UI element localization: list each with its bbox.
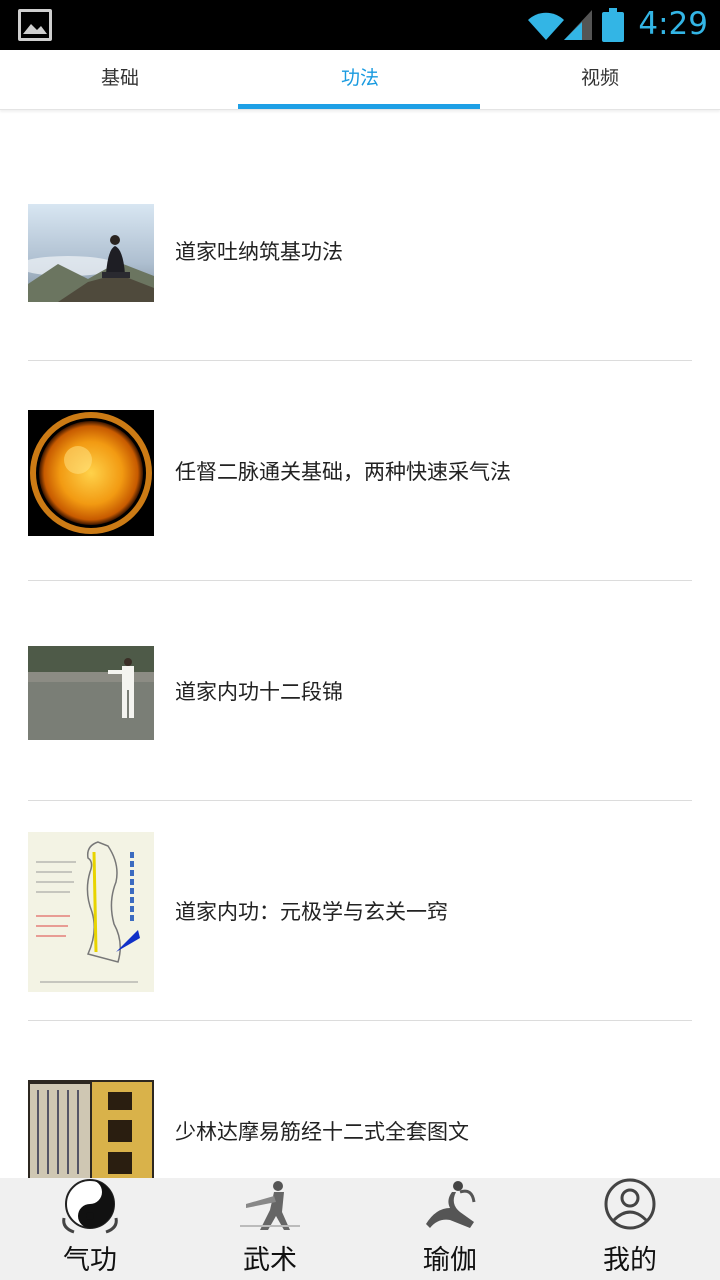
meditation-mountain-thumbnail — [28, 204, 154, 302]
bottom-navigation: 气功 武术 瑜伽 我的 — [0, 1178, 720, 1280]
gallery-notification-icon — [18, 9, 52, 41]
meridian-diagram-thumbnail — [28, 832, 154, 992]
battery-icon — [602, 8, 624, 42]
nav-yoga[interactable]: 瑜伽 — [360, 1178, 540, 1280]
nav-label: 气功 — [63, 1245, 117, 1276]
tab-indicator — [238, 104, 480, 109]
martial-artist-thumbnail — [28, 646, 154, 740]
nav-martial-arts[interactable]: 武术 — [180, 1178, 360, 1280]
list-item-title: 任督二脉通关基础，两种快速采气法 — [175, 460, 511, 484]
glowing-orb-thumbnail — [28, 410, 154, 536]
wifi-icon — [528, 12, 564, 40]
nav-label: 武术 — [243, 1245, 297, 1276]
list-item-title: 道家吐纳筑基功法 — [175, 240, 343, 264]
tab-bar: 基础 功法 视频 — [0, 50, 720, 110]
list-item-title: 道家内功：元极学与玄关一窍 — [175, 900, 448, 924]
martial-arts-icon — [240, 1181, 300, 1230]
list-item-title: 道家内功十二段锦 — [175, 680, 343, 704]
tab-methods[interactable]: 功法 — [240, 50, 480, 110]
article-list[interactable]: 道家吐纳筑基功法 任督二脉通关基础，两种快速采气法 道家内功十二段锦 道家内功：… — [0, 111, 720, 1178]
list-item[interactable]: 道家内功：元极学与玄关一窍 — [28, 801, 692, 1021]
user-icon — [604, 1178, 656, 1230]
list-item[interactable]: 道家吐纳筑基功法 — [28, 141, 692, 361]
list-item[interactable]: 任督二脉通关基础，两种快速采气法 — [28, 361, 692, 581]
tab-basics[interactable]: 基础 — [0, 50, 240, 110]
nav-qigong[interactable]: 气功 — [0, 1178, 180, 1280]
signal-icon — [564, 10, 592, 40]
nav-label: 我的 — [603, 1245, 657, 1276]
nav-label: 瑜伽 — [423, 1245, 477, 1276]
nav-profile[interactable]: 我的 — [540, 1178, 720, 1280]
ancient-book-thumbnail — [28, 1080, 154, 1178]
yoga-icon — [426, 1181, 476, 1228]
tab-videos[interactable]: 视频 — [480, 50, 720, 110]
status-clock: 4:29 — [638, 6, 708, 42]
list-item[interactable]: 道家内功十二段锦 — [28, 581, 692, 801]
list-item-title: 少林达摩易筋经十二式全套图文 — [175, 1120, 469, 1144]
yin-yang-icon — [62, 1179, 118, 1234]
list-item[interactable]: 少林达摩易筋经十二式全套图文 — [28, 1021, 692, 1178]
status-bar: 4:29 — [0, 0, 720, 50]
